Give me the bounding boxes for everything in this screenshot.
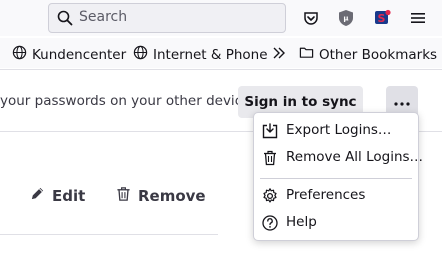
bookmarks-toolbar: Kundencenter Internet & Phone Other Book…	[0, 38, 442, 68]
more-options-menu: Export Logins… Remove All Logins… Prefer…	[253, 112, 423, 241]
edit-button[interactable]: Edit	[30, 186, 85, 205]
pocket-icon[interactable]	[299, 6, 323, 30]
trash-icon	[116, 186, 131, 206]
pencil-icon	[30, 186, 45, 205]
gear-icon	[261, 187, 279, 205]
edit-label: Edit	[52, 186, 86, 205]
globe-icon	[12, 45, 27, 64]
sync-description: your passwords on your other devices	[0, 93, 258, 109]
svg-text:S: S	[378, 12, 386, 25]
search-input[interactable]: Search	[48, 3, 286, 33]
hamburger-menu-icon[interactable]	[406, 6, 430, 30]
search-icon	[57, 10, 73, 30]
folder-icon	[299, 45, 314, 64]
svg-text:µ: µ	[343, 15, 348, 23]
row-divider	[0, 234, 218, 235]
menu-item-preferences[interactable]: Preferences	[254, 184, 418, 208]
browser-toolbar: Search µ S	[0, 0, 442, 36]
bookmark-other-bookmarks[interactable]: Other Bookmarks	[299, 45, 437, 64]
chevron-overflow-icon[interactable]	[272, 46, 286, 60]
bookmark-internet-phone[interactable]: Internet & Phone	[133, 45, 268, 64]
ublock-icon[interactable]: µ	[334, 6, 358, 30]
menu-item-help[interactable]: Help	[254, 211, 418, 235]
menu-item-label: Remove All Logins…	[286, 149, 424, 165]
bookmark-kundencenter[interactable]: Kundencenter	[12, 45, 126, 64]
search-placeholder: Search	[79, 9, 128, 25]
bookmark-label: Kundencenter	[32, 46, 127, 63]
export-icon	[261, 122, 279, 140]
menu-item-label: Export Logins…	[286, 122, 392, 138]
trash-icon	[261, 149, 279, 167]
globe-icon	[133, 45, 148, 64]
more-options-icon	[394, 94, 410, 110]
bookmark-label: Internet & Phone	[153, 46, 268, 63]
menu-item-remove-all-logins[interactable]: Remove All Logins…	[254, 146, 423, 170]
remove-button[interactable]: Remove	[116, 186, 206, 206]
menu-item-label: Preferences	[286, 187, 366, 203]
extension-icon[interactable]: S	[370, 6, 394, 30]
menu-item-export-logins[interactable]: Export Logins…	[254, 119, 418, 143]
help-icon	[261, 214, 279, 232]
bookmark-label: Other Bookmarks	[319, 46, 438, 63]
menu-item-label: Help	[286, 214, 317, 230]
toolbar-divider	[0, 69, 442, 70]
menu-separator	[260, 178, 412, 179]
remove-label: Remove	[138, 187, 206, 205]
